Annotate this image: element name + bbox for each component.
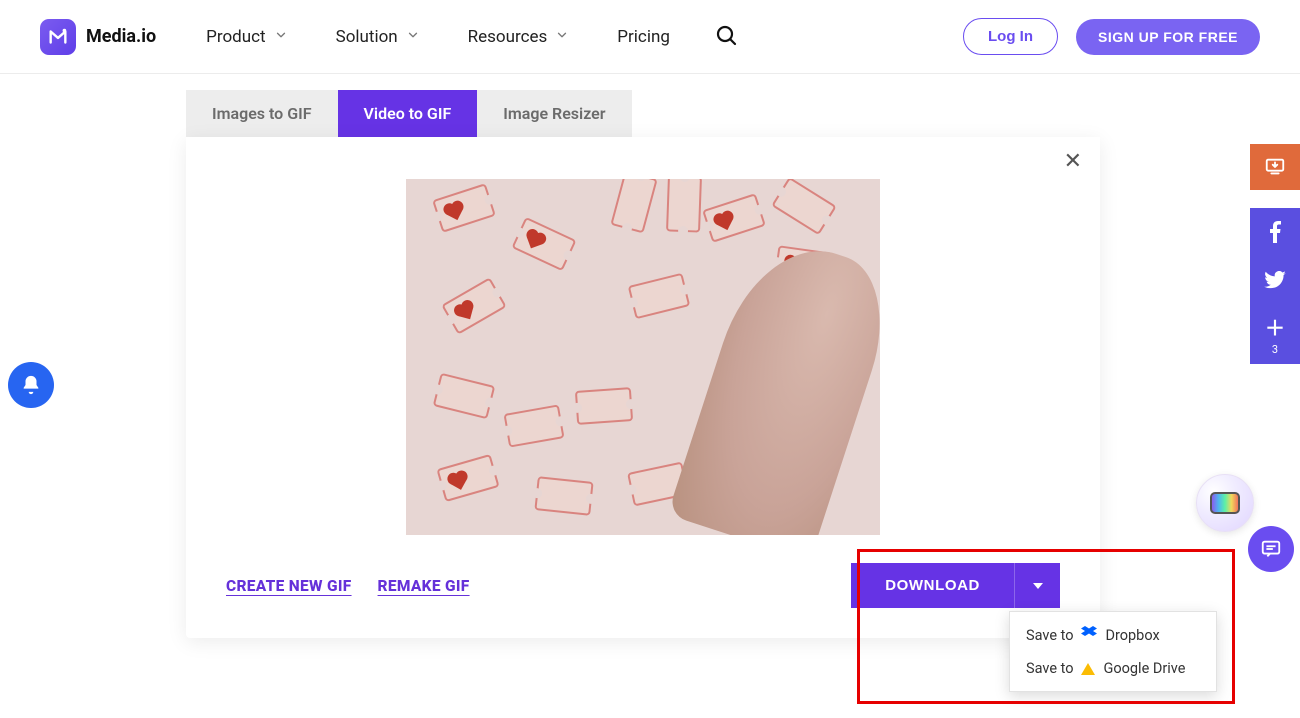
primary-nav: Product Solution Resources Pricing: [206, 27, 670, 47]
chevron-down-icon: [274, 27, 288, 47]
action-row: CREATE NEW GIF REMAKE GIF DOWNLOAD: [206, 563, 1080, 608]
rail-twitter-icon[interactable]: [1250, 256, 1300, 304]
dd-service: Dropbox: [1105, 627, 1159, 644]
nav-label: Product: [206, 27, 265, 47]
brand-logo-icon: [40, 19, 76, 55]
dd-prefix: Save to: [1026, 627, 1073, 644]
brand-name: Media.io: [86, 26, 156, 47]
header: Media.io Product Solution Resources Pric…: [0, 0, 1300, 74]
dropbox-icon: [1081, 626, 1097, 644]
nav-pricing[interactable]: Pricing: [617, 27, 670, 47]
tab-video-to-gif[interactable]: Video to GIF: [338, 90, 478, 137]
create-new-gif-link[interactable]: CREATE NEW GIF: [226, 577, 352, 595]
assistant-icon: [1210, 492, 1240, 514]
rail-more-share[interactable]: ＋ 3: [1250, 304, 1300, 364]
result-card: ✕ CREATE NEW GIF REMAKE GIF DOWNLOAD: [186, 137, 1100, 638]
nav-label: Solution: [336, 27, 398, 47]
share-count: 3: [1272, 343, 1278, 356]
nav-label: Pricing: [617, 27, 670, 47]
brand-logo[interactable]: Media.io: [40, 19, 156, 55]
rail-facebook-icon[interactable]: [1250, 208, 1300, 256]
nav-solution[interactable]: Solution: [336, 27, 420, 47]
dd-service: Google Drive: [1103, 660, 1185, 677]
signup-button[interactable]: SIGN UP FOR FREE: [1076, 19, 1260, 55]
download-button[interactable]: DOWNLOAD: [851, 563, 1014, 608]
nav-label: Resources: [468, 27, 548, 47]
chat-button[interactable]: [1248, 526, 1294, 572]
caret-down-icon: [1033, 583, 1043, 589]
notifications-button[interactable]: [8, 362, 54, 408]
download-group: DOWNLOAD: [851, 563, 1060, 608]
dd-prefix: Save to: [1026, 660, 1073, 677]
nav-product[interactable]: Product: [206, 27, 287, 47]
header-auth: Log In SIGN UP FOR FREE: [963, 18, 1260, 55]
close-icon[interactable]: ✕: [1064, 149, 1082, 174]
tab-images-to-gif[interactable]: Images to GIF: [186, 90, 338, 137]
google-drive-icon: [1081, 663, 1095, 675]
chat-icon: [1260, 538, 1282, 560]
download-menu-toggle[interactable]: [1014, 563, 1060, 608]
share-rail: ＋ 3: [1250, 144, 1300, 364]
gif-preview: [406, 179, 880, 535]
rail-download-icon[interactable]: [1250, 144, 1300, 190]
chevron-down-icon: [555, 27, 569, 47]
save-to-google-drive[interactable]: Save to Google Drive: [1010, 652, 1216, 685]
bell-icon: [20, 374, 42, 396]
search-icon[interactable]: [714, 23, 738, 51]
chevron-down-icon: [406, 27, 420, 47]
tool-tabs: Images to GIF Video to GIF Image Resizer: [186, 90, 1300, 137]
assistant-button[interactable]: [1196, 474, 1254, 532]
download-dropdown: Save to Dropbox Save to Google Drive: [1009, 611, 1217, 692]
plus-icon: ＋: [1265, 312, 1285, 341]
login-button[interactable]: Log In: [963, 18, 1058, 55]
save-to-dropbox[interactable]: Save to Dropbox: [1010, 618, 1216, 652]
remake-gif-link[interactable]: REMAKE GIF: [378, 577, 470, 595]
tab-image-resizer[interactable]: Image Resizer: [477, 90, 631, 137]
nav-resources[interactable]: Resources: [468, 27, 570, 47]
